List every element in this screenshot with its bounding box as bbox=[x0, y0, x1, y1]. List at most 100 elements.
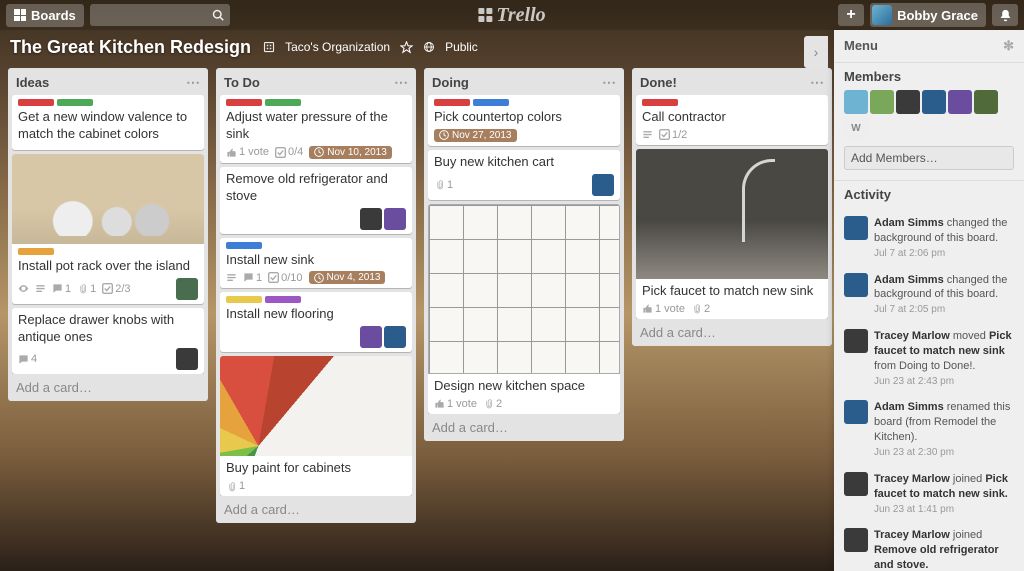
list: Doing ⋯ Pick countertop colorsNov 27, 20… bbox=[424, 68, 624, 441]
card-title: Remove old refrigerator and stove bbox=[226, 171, 406, 205]
list-menu-icon[interactable]: ⋯ bbox=[394, 74, 408, 91]
activity-item: Tracey Marlow moved Pick faucet to match… bbox=[834, 323, 1024, 394]
attachments-badge: 1 bbox=[226, 480, 245, 492]
member-avatar[interactable] bbox=[360, 326, 382, 348]
card[interactable]: Pick countertop colorsNov 27, 2013 bbox=[428, 95, 620, 146]
member-avatar[interactable] bbox=[844, 329, 868, 353]
add-card-link[interactable]: Add a card… bbox=[8, 374, 208, 401]
member-avatar[interactable] bbox=[176, 348, 198, 370]
activity-list[interactable]: Adam Simms changed the background of thi… bbox=[834, 210, 1024, 571]
votes-badge: 1 vote bbox=[226, 146, 269, 158]
card[interactable]: Install new sink10/10Nov 4, 2013 bbox=[220, 238, 412, 289]
activity-item: Adam Simms changed the background of thi… bbox=[834, 210, 1024, 267]
search-icon bbox=[212, 9, 224, 21]
add-card-link[interactable]: Add a card… bbox=[216, 496, 416, 523]
boards-button[interactable]: Boards bbox=[6, 4, 84, 27]
member-avatar[interactable] bbox=[176, 278, 198, 300]
member-avatar[interactable] bbox=[896, 90, 920, 114]
card[interactable]: Design new kitchen space1 vote2 bbox=[428, 204, 620, 414]
menu-header: Menu ✻ bbox=[834, 30, 1024, 63]
activity-text: Tracey Marlow joined Pick faucet to matc… bbox=[874, 472, 1014, 517]
card-members bbox=[360, 208, 406, 230]
card-members bbox=[176, 348, 198, 370]
add-members-button[interactable]: Add Members… bbox=[844, 146, 1014, 170]
card[interactable]: Install new flooring bbox=[220, 292, 412, 352]
trello-logo[interactable]: Trello bbox=[478, 4, 545, 27]
card-title: Call contractor bbox=[642, 109, 822, 126]
description-badge bbox=[642, 129, 653, 140]
create-button[interactable]: + bbox=[838, 4, 864, 26]
member-avatar[interactable] bbox=[844, 216, 868, 240]
member-avatar[interactable] bbox=[974, 90, 998, 114]
member-avatar[interactable] bbox=[844, 90, 868, 114]
globe-icon bbox=[423, 41, 435, 53]
card[interactable]: Call contractor1/2 bbox=[636, 95, 828, 145]
comments-badge: 1 bbox=[243, 272, 262, 284]
votes-badge: 1 vote bbox=[434, 398, 477, 410]
checklist-badge: 0/4 bbox=[275, 146, 303, 158]
card-labels bbox=[642, 99, 822, 106]
comments-badge: 4 bbox=[18, 353, 37, 365]
member-avatar[interactable] bbox=[844, 528, 868, 552]
add-card-link[interactable]: Add a card… bbox=[632, 319, 832, 346]
list-header: To Do ⋯ bbox=[216, 68, 416, 95]
watch-badge bbox=[18, 283, 29, 294]
show-menu-tab[interactable]: › bbox=[804, 36, 828, 68]
card[interactable]: Pick faucet to match new sink1 vote2 bbox=[636, 149, 828, 319]
label-blue bbox=[473, 99, 509, 106]
activity-item: Tracey Marlow joined Pick faucet to matc… bbox=[834, 466, 1024, 523]
member-avatar[interactable] bbox=[592, 174, 614, 196]
member-avatar[interactable] bbox=[948, 90, 972, 114]
card[interactable]: Replace drawer knobs with antique ones4 bbox=[12, 308, 204, 375]
member-avatar[interactable] bbox=[360, 208, 382, 230]
card-title: Adjust water pressure of the sink bbox=[226, 109, 406, 143]
card-cover bbox=[12, 154, 204, 244]
org-name[interactable]: Taco's Organization bbox=[285, 40, 390, 54]
card[interactable]: Buy new kitchen cart1 bbox=[428, 150, 620, 200]
list-menu-icon[interactable]: ⋯ bbox=[810, 74, 824, 91]
star-icon[interactable] bbox=[400, 41, 413, 54]
member-avatar[interactable] bbox=[384, 208, 406, 230]
list-title[interactable]: Ideas bbox=[16, 75, 49, 90]
due-badge: Nov 4, 2013 bbox=[309, 271, 386, 284]
gear-icon[interactable]: ✻ bbox=[1003, 38, 1014, 54]
card-title: Get a new window valence to match the ca… bbox=[18, 109, 198, 143]
list-menu-icon[interactable]: ⋯ bbox=[186, 74, 200, 91]
member-avatar[interactable] bbox=[844, 273, 868, 297]
card-labels bbox=[434, 99, 614, 106]
card[interactable]: Install pot rack over the island112/3 bbox=[12, 154, 204, 304]
label-yellow bbox=[226, 296, 262, 303]
card[interactable]: Remove old refrigerator and stove bbox=[220, 167, 412, 234]
visibility-label[interactable]: Public bbox=[445, 40, 478, 54]
user-menu[interactable]: Bobby Grace bbox=[870, 3, 986, 27]
card-title: Pick faucet to match new sink bbox=[642, 283, 822, 300]
list-menu-icon[interactable]: ⋯ bbox=[602, 74, 616, 91]
member-avatar[interactable] bbox=[384, 326, 406, 348]
activity-item: Adam Simms changed the background of thi… bbox=[834, 267, 1024, 324]
card[interactable]: Buy paint for cabinets1 bbox=[220, 356, 412, 496]
list: Done! ⋯ Call contractor1/2Pick faucet to… bbox=[632, 68, 832, 346]
label-green bbox=[265, 99, 301, 106]
card[interactable]: Adjust water pressure of the sink 1 vote 0… bbox=[220, 95, 412, 163]
member-avatar[interactable] bbox=[844, 472, 868, 496]
list-title[interactable]: Doing bbox=[432, 75, 469, 90]
card[interactable]: Get a new window valence to match the ca… bbox=[12, 95, 204, 150]
list-title[interactable]: Done! bbox=[640, 75, 677, 90]
card-badges bbox=[226, 326, 406, 348]
search-input[interactable] bbox=[90, 4, 230, 26]
list: To Do ⋯ Adjust water pressure of the sin… bbox=[216, 68, 416, 523]
board-meta: Taco's Organization Public bbox=[263, 40, 478, 54]
notifications-button[interactable] bbox=[992, 4, 1018, 26]
card-title: Pick countertop colors bbox=[434, 109, 614, 126]
member-avatar[interactable] bbox=[844, 400, 868, 424]
member-avatar[interactable] bbox=[922, 90, 946, 114]
add-card-link[interactable]: Add a card… bbox=[424, 414, 624, 441]
attachments-badge: 2 bbox=[691, 303, 710, 315]
board-title[interactable]: The Great Kitchen Redesign bbox=[10, 37, 251, 58]
list-title[interactable]: To Do bbox=[224, 75, 260, 90]
checklist-badge: 2/3 bbox=[102, 283, 130, 295]
member-avatar[interactable] bbox=[870, 90, 894, 114]
member-avatar[interactable]: W bbox=[844, 116, 868, 140]
activity-time: Jun 23 at 2:43 pm bbox=[874, 376, 954, 387]
activity-heading: Activity bbox=[844, 187, 1014, 202]
